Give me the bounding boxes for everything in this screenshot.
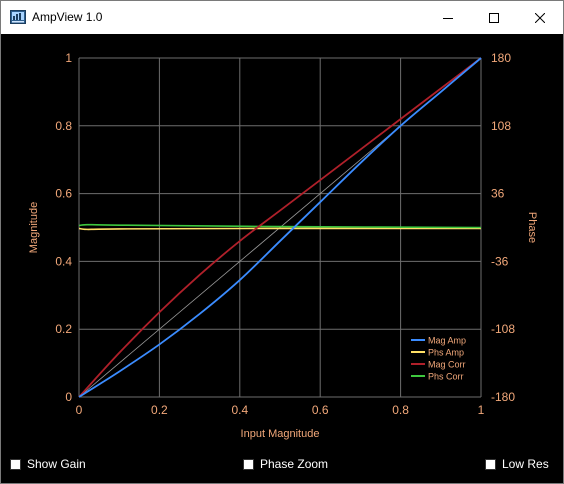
y2-tick-label: -36 bbox=[491, 254, 509, 268]
low-res-label: Low Res bbox=[502, 457, 549, 471]
app-icon bbox=[10, 10, 26, 24]
close-icon bbox=[535, 12, 545, 23]
chart-area: 0 0.2 0.4 0.6 0.8 1 0 0.2 0.4 0.6 0.8 1 -180 -108 -36 3… bbox=[1, 34, 563, 445]
y-tick-label: 0 bbox=[65, 390, 72, 404]
x-tick-label: 1 bbox=[478, 403, 485, 417]
phase-zoom-label: Phase Zoom bbox=[260, 457, 329, 471]
maximize-button[interactable] bbox=[471, 1, 517, 34]
series-line-phs-amp bbox=[78, 227, 482, 231]
maximize-icon bbox=[489, 12, 499, 23]
y2-tick-label: 180 bbox=[491, 51, 511, 65]
legend-label: Phs Corr bbox=[428, 372, 464, 382]
x-tick-label: 0.4 bbox=[231, 403, 248, 417]
y2-axis-label: Phase bbox=[526, 212, 538, 243]
y2-tick-label: 108 bbox=[491, 119, 511, 133]
x-tick-label: 0.2 bbox=[151, 403, 168, 417]
show-gain-box[interactable] bbox=[10, 458, 21, 470]
phase-zoom-box[interactable] bbox=[243, 458, 254, 470]
title-bar[interactable]: AmpView 1.0 bbox=[1, 1, 563, 34]
y-tick-label: 0.8 bbox=[55, 119, 72, 133]
phase-zoom-checkbox[interactable]: Phase Zoom bbox=[243, 457, 328, 471]
y2-tick-label: 36 bbox=[491, 187, 505, 201]
y-tick-label: 0.4 bbox=[55, 254, 72, 268]
legend-label: Mag Corr bbox=[428, 360, 466, 370]
y-tick-label: 0.2 bbox=[55, 322, 72, 336]
x-tick-label: 0 bbox=[76, 403, 83, 417]
y-axis-label: Magnitude bbox=[28, 202, 40, 253]
y2-tick-label: -108 bbox=[491, 322, 515, 336]
x-tick-label: 0.8 bbox=[392, 403, 409, 417]
x-axis-label: Input Magnitude bbox=[241, 428, 320, 440]
app-window: AmpView 1.0 0 0.2 0.4 0.6 0.8 1 0 0.2 0.4 0.6 0.8 1… bbox=[0, 0, 564, 484]
options-bar: Show Gain Phase Zoom Low Res bbox=[1, 445, 563, 483]
magnitude-phase-chart[interactable]: 0 0.2 0.4 0.6 0.8 1 0 0.2 0.4 0.6 0.8 1 -180 -108 -36 3… bbox=[1, 34, 563, 445]
y2-tick-label: -180 bbox=[491, 390, 515, 404]
low-res-box[interactable] bbox=[485, 458, 496, 470]
minimize-button[interactable] bbox=[425, 1, 471, 34]
legend-label: Mag Amp bbox=[428, 336, 466, 346]
y-tick-label: 1 bbox=[65, 51, 72, 65]
x-tick-label: 0.6 bbox=[312, 403, 329, 417]
close-button[interactable] bbox=[517, 1, 563, 34]
minimize-icon bbox=[443, 17, 453, 19]
show-gain-label: Show Gain bbox=[27, 457, 86, 471]
series-line-phs-corr bbox=[78, 223, 482, 229]
y-tick-label: 0.6 bbox=[55, 187, 72, 201]
window-title: AmpView 1.0 bbox=[32, 10, 103, 24]
legend-label: Phs Amp bbox=[428, 348, 464, 358]
low-res-checkbox[interactable]: Low Res bbox=[485, 457, 549, 471]
show-gain-checkbox[interactable]: Show Gain bbox=[10, 457, 86, 471]
